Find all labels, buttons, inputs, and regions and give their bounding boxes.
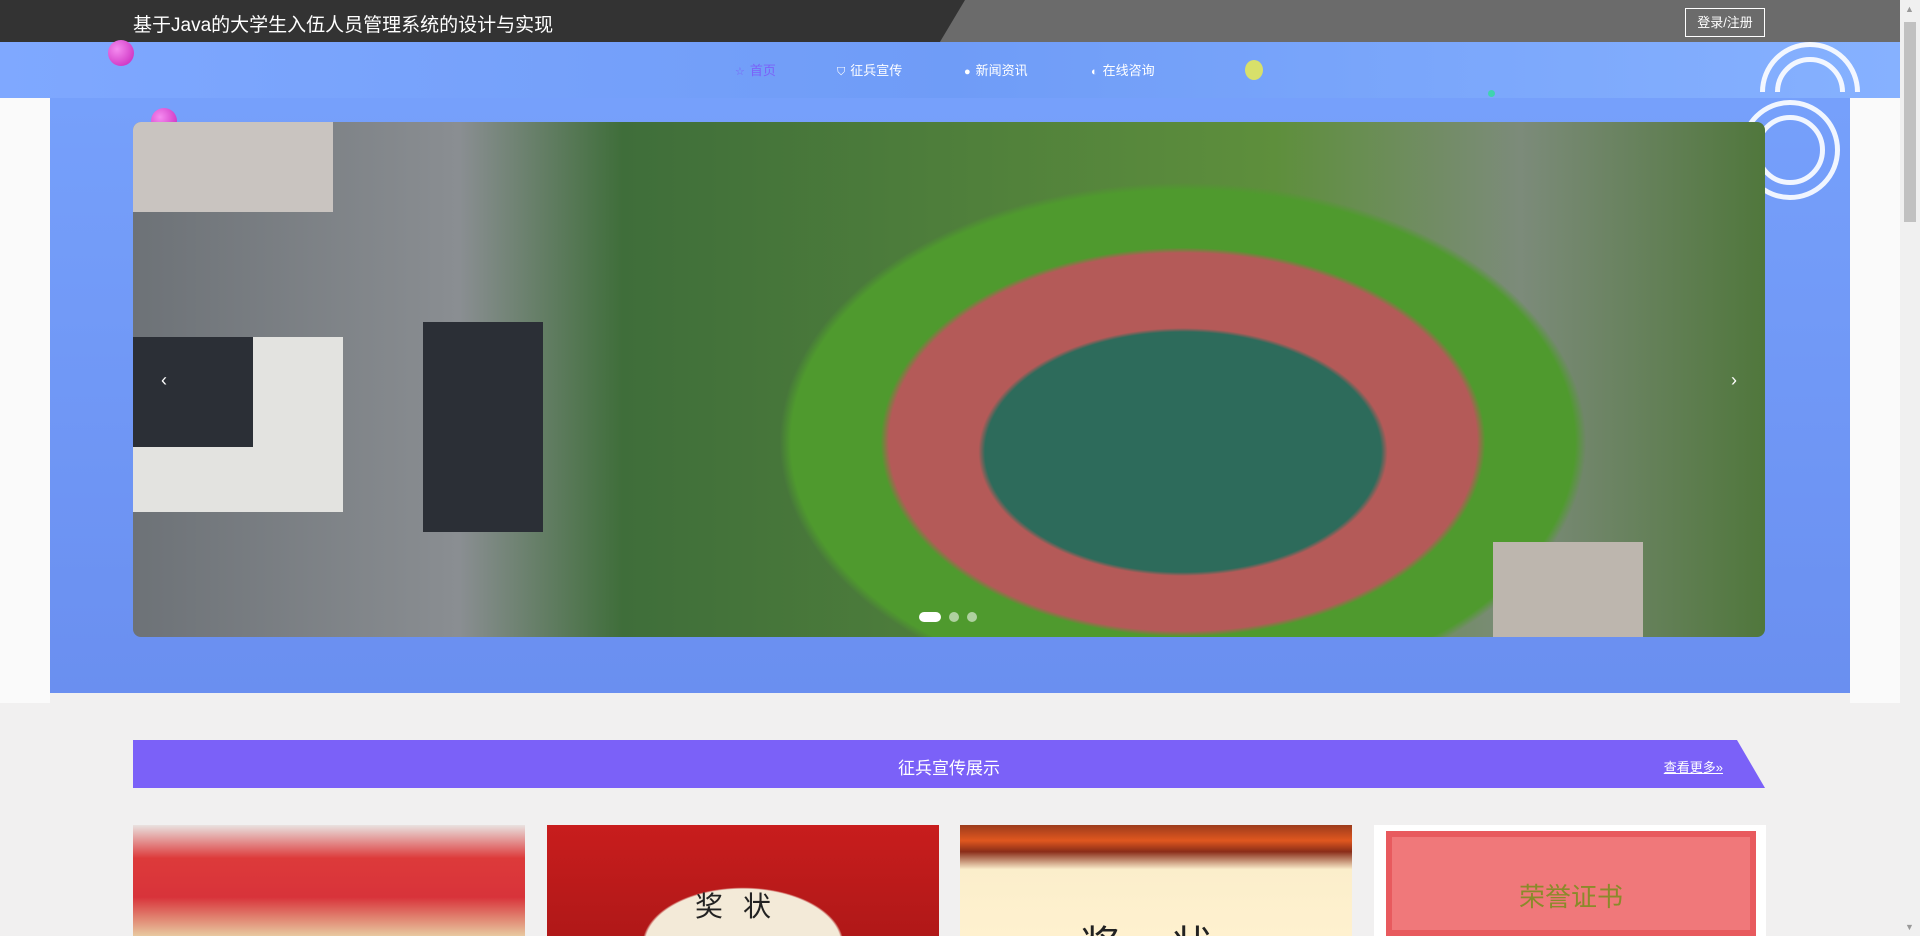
nav-label: 在线咨询 bbox=[1102, 63, 1155, 78]
main-nav: ☆ 首页 ⛉ 征兵宣传 ● 新闻资讯 ◐ 在线咨询 bbox=[0, 60, 1900, 80]
building-roof bbox=[133, 337, 253, 447]
card-image-text: 荣誉证书 bbox=[1518, 883, 1623, 913]
headset-icon: ◐ bbox=[1091, 66, 1098, 78]
card-image-text: 奖 状 bbox=[960, 913, 1352, 936]
carousel-prev-arrow[interactable]: ‹ bbox=[161, 370, 167, 391]
scrollbar[interactable]: ▲ ▼ bbox=[1900, 0, 1920, 936]
nav-item-recruitment[interactable]: ⛉ 征兵宣传 bbox=[837, 60, 902, 79]
bag-icon: ⛉ bbox=[837, 66, 846, 78]
building-roof bbox=[423, 322, 543, 532]
scrollbar-thumb[interactable] bbox=[1904, 22, 1916, 222]
nav-label: 首页 bbox=[749, 63, 776, 78]
nav-item-consult[interactable]: ◐ 在线咨询 bbox=[1091, 60, 1155, 79]
carousel-next-arrow[interactable]: › bbox=[1731, 370, 1737, 391]
card-image-text: 奖状 bbox=[694, 890, 791, 923]
section-header: 征兵宣传展示 查看更多» bbox=[133, 740, 1765, 788]
ring-decoration bbox=[1755, 115, 1825, 185]
site-title: 基于Java的大学生入伍人员管理系统的设计与实现 bbox=[133, 15, 554, 36]
banner-carousel[interactable]: ‹ › bbox=[133, 122, 1765, 637]
recruitment-card[interactable]: 奖状 bbox=[547, 825, 939, 936]
top-header: 基于Java的大学生入伍人员管理系统的设计与实现 登录/注册 bbox=[0, 0, 1900, 42]
carousel-dot[interactable] bbox=[919, 612, 941, 622]
nav-label: 新闻资讯 bbox=[975, 63, 1028, 78]
section-title: 征兵宣传展示 bbox=[898, 759, 1000, 778]
scroll-down-arrow[interactable]: ▼ bbox=[1905, 922, 1914, 932]
building-image bbox=[1493, 542, 1643, 637]
right-margin bbox=[1850, 98, 1900, 703]
info-icon: ● bbox=[964, 66, 971, 78]
view-more-link[interactable]: 查看更多» bbox=[1664, 757, 1723, 776]
building-image bbox=[133, 122, 333, 212]
recruitment-card[interactable]: 荣誉证书 bbox=[1374, 825, 1766, 936]
nav-label: 征兵宣传 bbox=[850, 63, 903, 78]
recruitment-card[interactable] bbox=[133, 825, 525, 936]
carousel-dot[interactable] bbox=[949, 612, 959, 622]
scroll-up-arrow[interactable]: ▲ bbox=[1905, 4, 1914, 14]
recruitment-card[interactable]: 奖 状 bbox=[960, 825, 1352, 936]
left-margin bbox=[0, 98, 50, 703]
carousel-dot[interactable] bbox=[967, 612, 977, 622]
dot-decoration bbox=[1488, 90, 1495, 97]
carousel-indicators bbox=[919, 612, 977, 622]
nav-item-home[interactable]: ☆ 首页 bbox=[735, 60, 776, 79]
nav-item-news[interactable]: ● 新闻资讯 bbox=[964, 60, 1028, 79]
star-icon: ☆ bbox=[735, 66, 745, 78]
login-register-button[interactable]: 登录/注册 bbox=[1685, 8, 1765, 37]
